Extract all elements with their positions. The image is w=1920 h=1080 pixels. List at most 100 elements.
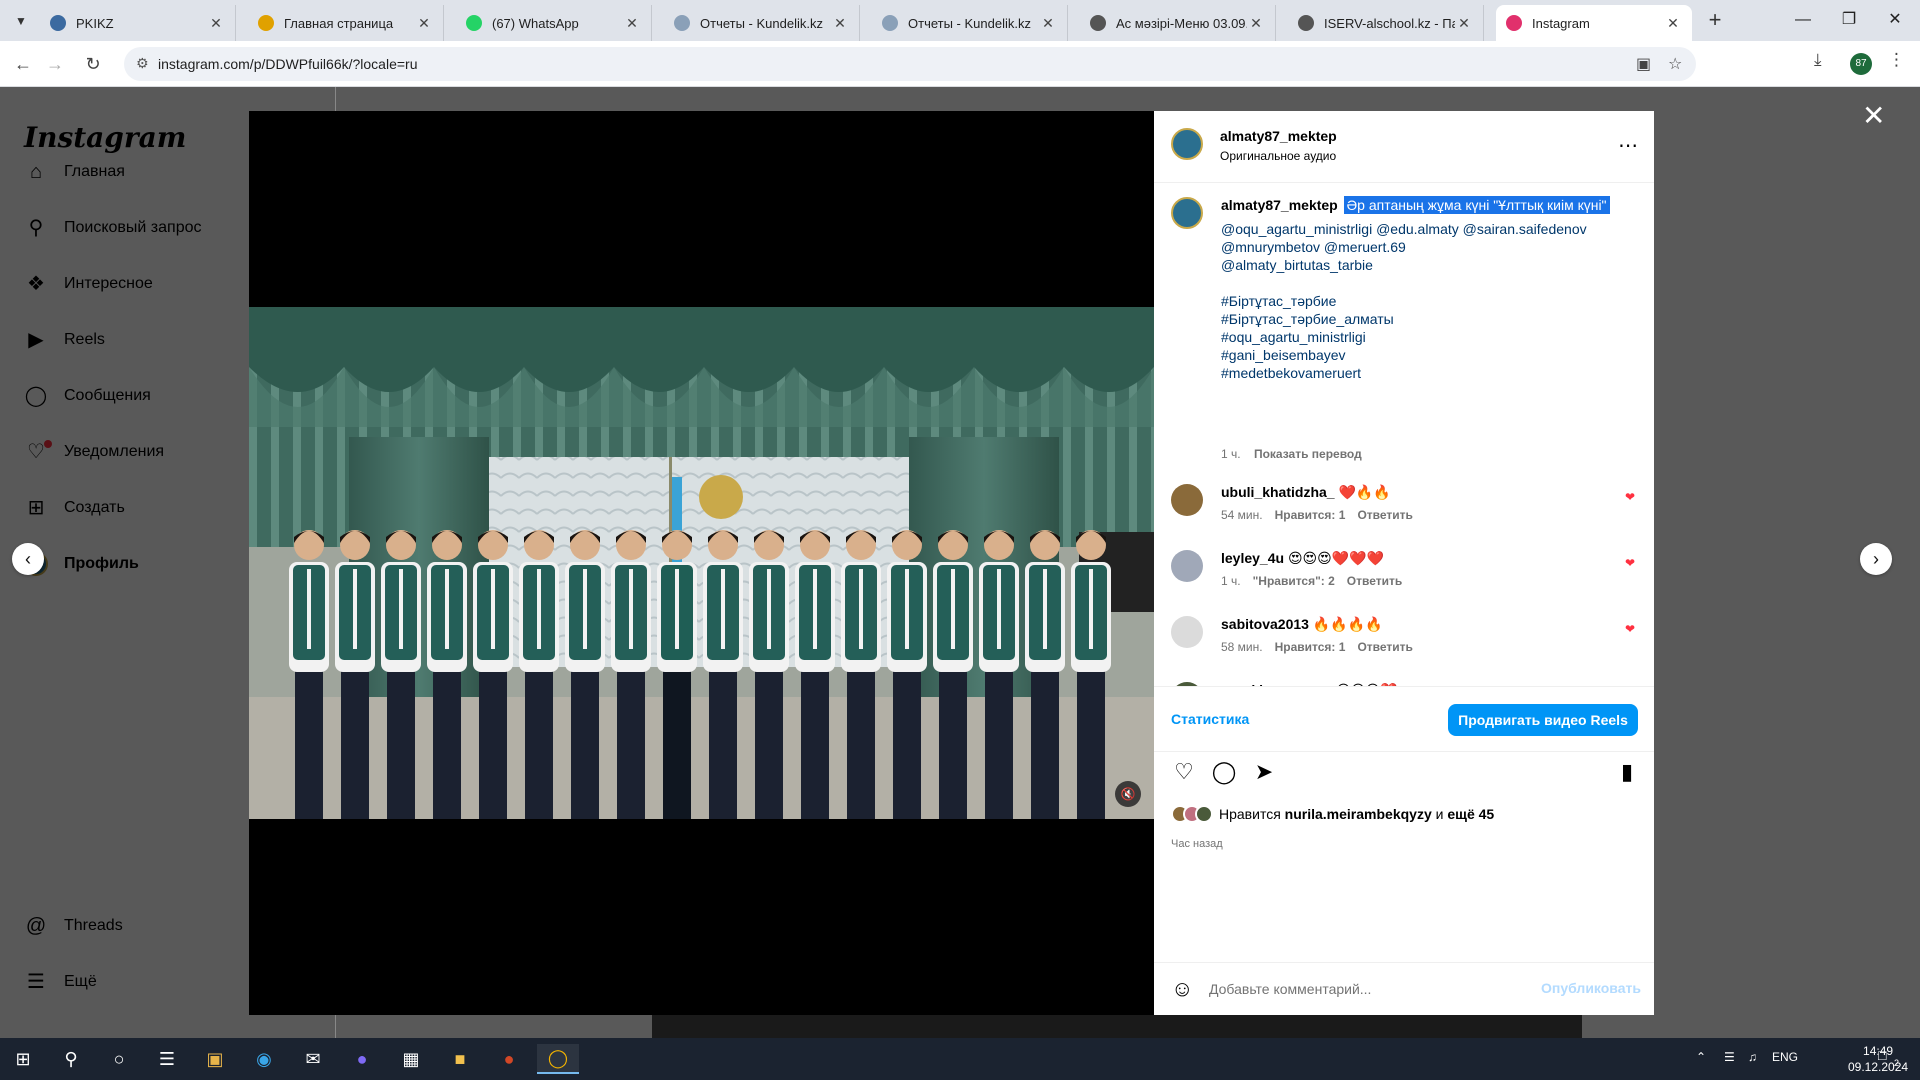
- comment-reply-link[interactable]: Ответить: [1347, 574, 1402, 588]
- browser-tab[interactable]: Главная страница ✕: [248, 5, 444, 41]
- commenter-avatar[interactable]: [1171, 616, 1203, 648]
- cortana-icon[interactable]: ○: [98, 1044, 140, 1074]
- caption-line[interactable]: @almaty_birtutas_tarbie: [1221, 257, 1373, 273]
- tab-close-icon[interactable]: ✕: [1664, 15, 1682, 32]
- commenter-name[interactable]: ubuli_khatidzha_: [1221, 484, 1335, 500]
- notification-center-icon[interactable]: □: [1878, 1047, 1886, 1063]
- forward-arrow-icon[interactable]: →: [40, 49, 70, 79]
- comment-reply-link[interactable]: Ответить: [1357, 508, 1412, 522]
- publish-button[interactable]: Опубликовать: [1541, 980, 1641, 996]
- language-indicator[interactable]: ENG: [1772, 1050, 1798, 1064]
- tab-close-icon[interactable]: ✕: [623, 15, 641, 32]
- prev-post-arrow-icon[interactable]: ‹: [12, 543, 44, 575]
- close-modal-icon[interactable]: ✕: [1862, 99, 1885, 132]
- more-options-icon[interactable]: ⋯: [1618, 133, 1639, 158]
- restore-icon[interactable]: ❐: [1826, 6, 1872, 34]
- video-frame[interactable]: [249, 307, 1154, 819]
- browser-tab[interactable]: (67) WhatsApp ✕: [456, 5, 652, 41]
- emoji-icon[interactable]: ☺: [1171, 977, 1195, 1001]
- like-heart-icon[interactable]: ♡: [1171, 759, 1197, 785]
- sidebar-item[interactable]: ⌂ Главная: [24, 160, 125, 184]
- comment-input[interactable]: [1209, 977, 1529, 1001]
- edge-icon[interactable]: ◉: [243, 1044, 285, 1074]
- post-author-name[interactable]: almaty87_mektep: [1220, 128, 1337, 144]
- caption-author-name[interactable]: almaty87_mektep: [1221, 197, 1338, 213]
- tab-close-icon[interactable]: ✕: [1039, 15, 1057, 32]
- windows-start-icon[interactable]: ⊞: [2, 1044, 44, 1074]
- powerpoint-icon[interactable]: ●: [488, 1044, 530, 1074]
- caption-line[interactable]: #gani_beisembayev: [1221, 347, 1346, 363]
- browser-profile-avatar[interactable]: 87: [1850, 53, 1872, 75]
- tab-close-icon[interactable]: ✕: [1455, 15, 1473, 32]
- comments-scroll-area[interactable]: almaty87_mektep Әр аптаның жұма күні "Ұл…: [1154, 184, 1654, 686]
- commenter-avatar[interactable]: [1171, 484, 1203, 516]
- share-send-icon[interactable]: ➤: [1251, 759, 1277, 785]
- comment-bubble-icon[interactable]: ◯: [1211, 759, 1237, 785]
- likes-user[interactable]: nurila.meirambekqyzy: [1285, 806, 1432, 822]
- sidebar-item[interactable]: ◯ Сообщения: [24, 384, 151, 408]
- browser-tab[interactable]: Ас мәзірі-Меню 03.09.20✕: [1080, 5, 1276, 41]
- save-bookmark-icon[interactable]: ▮: [1614, 759, 1640, 785]
- commenter-name[interactable]: sabitova2013: [1221, 616, 1309, 632]
- tab-close-icon[interactable]: ✕: [831, 15, 849, 32]
- comment-likes[interactable]: Нравится: 1: [1275, 640, 1346, 654]
- mail-icon[interactable]: ✉: [292, 1044, 334, 1074]
- task-view-icon[interactable]: ☰: [146, 1044, 188, 1074]
- store-icon[interactable]: ▣: [194, 1044, 236, 1074]
- downloads-icon[interactable]: ⤓: [1814, 50, 1822, 70]
- video-player[interactable]: 🔇: [249, 111, 1154, 1015]
- audio-label[interactable]: Оригинальное аудио: [1220, 149, 1336, 163]
- browser-tab[interactable]: Отчеты - Kundelik.kz ✕: [872, 5, 1068, 41]
- browser-tab[interactable]: PKIKZ ✕: [40, 5, 236, 41]
- tab-close-icon[interactable]: ✕: [415, 15, 433, 32]
- sidebar-item[interactable]: ☰ Ещё: [24, 970, 97, 994]
- window-close-icon[interactable]: ✕: [1872, 6, 1918, 34]
- comment-likes[interactable]: "Нравится": 2: [1253, 574, 1335, 588]
- sidebar-item[interactable]: ⚲ Поисковый запрос: [24, 216, 202, 240]
- comment-liked-heart-icon[interactable]: ❤: [1625, 622, 1635, 636]
- caption-line[interactable]: #medetbekovameruert: [1221, 365, 1361, 381]
- tab-close-icon[interactable]: ✕: [1247, 15, 1265, 32]
- browser-menu-icon[interactable]: ⋮: [1888, 50, 1905, 70]
- caption-line[interactable]: #oqu_agartu_ministrligi: [1221, 329, 1366, 345]
- caption-author-avatar[interactable]: [1171, 197, 1203, 229]
- comment-likes[interactable]: Нравится: 1: [1275, 508, 1346, 522]
- bookmark-star-icon[interactable]: ☆: [1668, 54, 1682, 74]
- instagram-logo[interactable]: Instagram: [24, 121, 186, 154]
- tab-close-icon[interactable]: ✕: [207, 15, 225, 32]
- minimize-icon[interactable]: —: [1780, 6, 1826, 34]
- browser-tab[interactable]: Instagram ✕: [1496, 5, 1692, 41]
- address-bar[interactable]: ⚙ instagram.com/p/DDWPfuil66k/?locale=ru…: [124, 47, 1696, 81]
- chrome-icon[interactable]: ◯: [537, 1044, 579, 1074]
- comment-reply-link[interactable]: Ответить: [1357, 640, 1412, 654]
- comment-liked-heart-icon[interactable]: ❤: [1625, 556, 1635, 570]
- caption-line[interactable]: @mnurymbetov @meruert.69: [1221, 239, 1406, 255]
- caption-line[interactable]: @oqu_agartu_ministrligi @edu.almaty @sai…: [1221, 221, 1587, 237]
- commenter-name[interactable]: leyley_4u: [1221, 550, 1284, 566]
- back-arrow-icon[interactable]: ←: [8, 49, 38, 79]
- address-url[interactable]: instagram.com/p/DDWPfuil66k/?locale=ru: [158, 56, 418, 72]
- taskbar-search-icon[interactable]: ⚲: [50, 1044, 92, 1074]
- author-avatar[interactable]: [1171, 128, 1203, 160]
- mute-icon[interactable]: 🔇: [1115, 781, 1141, 807]
- zoom-icon[interactable]: ●: [341, 1044, 383, 1074]
- site-info-icon[interactable]: ⚙: [136, 55, 149, 72]
- sidebar-item[interactable]: ▶ Reels: [24, 328, 105, 352]
- likes-more[interactable]: ещё 45: [1447, 806, 1494, 822]
- sidebar-item[interactable]: ♡ Уведомления: [24, 440, 164, 464]
- volume-icon[interactable]: ♫: [1748, 1050, 1757, 1064]
- browser-tab[interactable]: ISERV-alschool.kz - Пане✕: [1288, 5, 1484, 41]
- sidebar-item[interactable]: @ Threads: [24, 914, 123, 938]
- commenter-avatar[interactable]: [1171, 550, 1203, 582]
- sidebar-item[interactable]: ⊞ Создать: [24, 496, 125, 520]
- next-post-arrow-icon[interactable]: ›: [1860, 543, 1892, 575]
- tray-chevron-icon[interactable]: ⌃: [1696, 1050, 1706, 1064]
- reload-icon[interactable]: ↻: [78, 49, 108, 79]
- new-tab-button[interactable]: +: [1702, 8, 1728, 34]
- browser-tab[interactable]: Отчеты - Kundelik.kz ✕: [664, 5, 860, 41]
- calculator-icon[interactable]: ▦: [390, 1044, 432, 1074]
- translate-link[interactable]: Показать перевод: [1254, 447, 1362, 461]
- caption-line[interactable]: #Біртұтас_тәрбие_алматы: [1221, 311, 1394, 327]
- comment-liked-heart-icon[interactable]: ❤: [1625, 490, 1635, 504]
- statistics-link[interactable]: Статистика: [1171, 711, 1249, 727]
